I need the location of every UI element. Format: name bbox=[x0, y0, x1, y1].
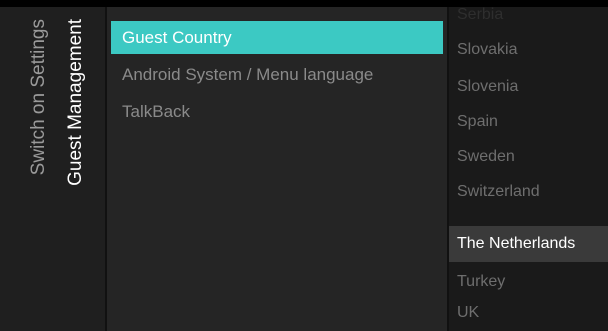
list-item-country[interactable]: Sweden bbox=[449, 139, 608, 174]
list-item-country[interactable]: Turkey bbox=[449, 264, 608, 299]
breadcrumb-switch-on-settings[interactable]: Switch on Settings bbox=[28, 19, 49, 175]
breadcrumb-guest-management[interactable]: Guest Management bbox=[65, 19, 86, 186]
list-item-country[interactable]: UK bbox=[449, 295, 608, 330]
breadcrumb: Switch on Settings Guest Management bbox=[0, 7, 105, 331]
list-item-country[interactable]: Serbia bbox=[449, 7, 608, 32]
list-item-country[interactable]: Spain bbox=[449, 104, 608, 139]
settings-menu: Guest Country Android System / Menu lang… bbox=[107, 7, 447, 331]
menu-item-android-system-menu-language[interactable]: Android System / Menu language bbox=[111, 58, 443, 91]
list-item-country[interactable]: Slovenia bbox=[449, 69, 608, 104]
menu-item-guest-country[interactable]: Guest Country bbox=[111, 21, 443, 54]
country-list[interactable]: Serbia Slovakia Slovenia Spain Sweden Sw… bbox=[449, 7, 608, 331]
list-item-country[interactable]: Slovakia bbox=[449, 32, 608, 67]
list-item-country-selected[interactable]: The Netherlands bbox=[449, 226, 608, 262]
menu-item-talkback[interactable]: TalkBack bbox=[111, 95, 443, 128]
list-item-country[interactable]: Switzerland bbox=[449, 174, 608, 209]
